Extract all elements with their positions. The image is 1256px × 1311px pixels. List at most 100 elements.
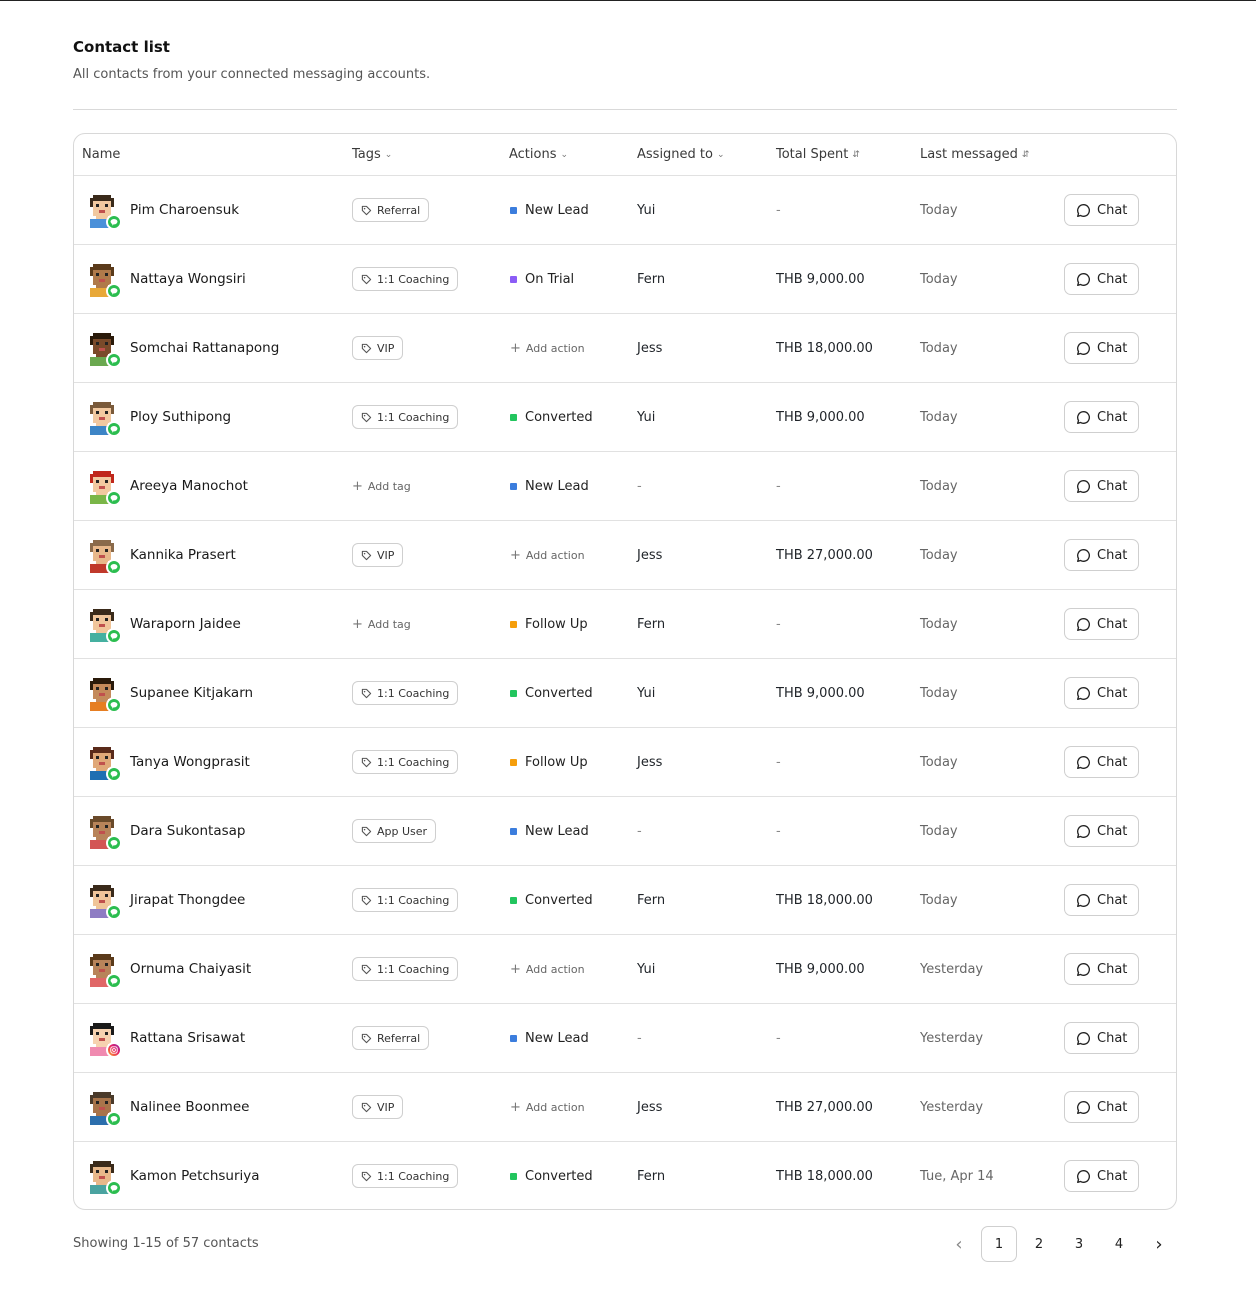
status-badge[interactable]: On Trial <box>510 272 574 287</box>
status-badge[interactable]: Follow Up <box>510 755 588 770</box>
contact-name[interactable]: Supanee Kitjakarn <box>130 685 253 701</box>
tag-pill[interactable]: 1:1 Coaching <box>352 405 459 429</box>
chat-button-label: Chat <box>1097 616 1128 632</box>
assigned-cell[interactable]: Jess <box>637 1073 662 1141</box>
tag-pill[interactable]: VIP <box>352 1095 404 1119</box>
page-button-1[interactable]: 1 <box>981 1226 1017 1262</box>
chat-cell: Chat <box>1064 866 1140 934</box>
chat-button[interactable]: Chat <box>1064 815 1140 847</box>
contact-name[interactable]: Kannika Prasert <box>130 547 236 563</box>
contact-name[interactable]: Areeya Manochot <box>130 478 248 494</box>
chat-button[interactable]: Chat <box>1064 332 1140 364</box>
column-header-last-messaged[interactable]: Last messaged ⇵ <box>920 134 1029 176</box>
tag-pill[interactable]: 1:1 Coaching <box>352 1164 459 1188</box>
assigned-cell[interactable]: - <box>637 452 642 520</box>
column-header-actions[interactable]: Actions ⌄ <box>509 134 568 176</box>
assigned-cell[interactable]: - <box>637 1004 642 1072</box>
contact-name[interactable]: Rattana Srisawat <box>130 1030 245 1046</box>
contact-name[interactable]: Ornuma Chaiyasit <box>130 961 251 977</box>
tag-pill[interactable]: 1:1 Coaching <box>352 681 459 705</box>
chat-button[interactable]: Chat <box>1064 953 1140 985</box>
tag-pill[interactable]: Referral <box>352 1026 430 1050</box>
add-action-label: Add action <box>525 962 585 976</box>
status-badge[interactable]: New Lead <box>510 479 589 494</box>
tag-pill[interactable]: 1:1 Coaching <box>352 267 459 291</box>
assigned-cell[interactable]: Fern <box>637 1142 665 1209</box>
chat-button[interactable]: Chat <box>1064 884 1140 916</box>
tag-pill[interactable]: 1:1 Coaching <box>352 957 459 981</box>
contact-name[interactable]: Jirapat Thongdee <box>130 892 245 908</box>
assigned-cell[interactable]: Jess <box>637 314 662 382</box>
assigned-cell[interactable]: Fern <box>637 866 665 934</box>
name-cell: Ploy Suthipong <box>84 383 231 451</box>
status-badge[interactable]: Converted <box>510 1169 593 1184</box>
contact-name[interactable]: Tanya Wongprasit <box>130 754 250 770</box>
add-action-button[interactable]: + Add action <box>510 341 585 356</box>
assigned-cell[interactable]: Yui <box>637 176 655 244</box>
page-button-3[interactable]: 3 <box>1061 1226 1097 1262</box>
contact-name[interactable]: Nalinee Boonmee <box>130 1099 249 1115</box>
tag-pill[interactable]: 1:1 Coaching <box>352 750 459 774</box>
add-tag-button[interactable]: + Add tag <box>352 479 411 494</box>
status-badge[interactable]: Converted <box>510 410 593 425</box>
tag-label: VIP <box>377 1100 395 1114</box>
status-badge[interactable]: Converted <box>510 893 593 908</box>
contact-name[interactable]: Pim Charoensuk <box>130 202 239 218</box>
contact-name[interactable]: Ploy Suthipong <box>130 409 231 425</box>
add-tag-button[interactable]: + Add tag <box>352 617 411 632</box>
add-action-label: Add action <box>525 548 585 562</box>
contact-name[interactable]: Waraporn Jaidee <box>130 616 241 632</box>
add-action-button[interactable]: + Add action <box>510 962 585 977</box>
chat-button[interactable]: Chat <box>1064 470 1140 502</box>
contacts-table: Name Tags ⌄ Actions ⌄ Assigned to ⌄ Total S… <box>73 133 1177 1210</box>
chevron-right-icon[interactable]: › <box>1141 1226 1177 1262</box>
chat-button[interactable]: Chat <box>1064 194 1140 226</box>
status-dot <box>510 827 517 835</box>
tag-pill[interactable]: VIP <box>352 543 404 567</box>
assigned-cell[interactable]: Jess <box>637 521 662 589</box>
status-dot <box>510 275 517 283</box>
assigned-cell[interactable]: Jess <box>637 728 662 796</box>
status-badge[interactable]: Converted <box>510 686 593 701</box>
status-badge[interactable]: Follow Up <box>510 617 588 632</box>
status-badge[interactable]: New Lead <box>510 824 589 839</box>
assigned-cell[interactable]: Fern <box>637 590 665 658</box>
chat-button[interactable]: Chat <box>1064 1160 1140 1192</box>
column-header-assigned[interactable]: Assigned to ⌄ <box>637 134 725 176</box>
chat-button[interactable]: Chat <box>1064 608 1140 640</box>
assigned-cell[interactable]: - <box>637 797 642 865</box>
tag-pill[interactable]: VIP <box>352 336 404 360</box>
chat-button[interactable]: Chat <box>1064 263 1140 295</box>
status-badge[interactable]: New Lead <box>510 203 589 218</box>
page-button-4[interactable]: 4 <box>1101 1226 1137 1262</box>
chat-button[interactable]: Chat <box>1064 1091 1140 1123</box>
tag-pill[interactable]: Referral <box>352 198 430 222</box>
page-button-2[interactable]: 2 <box>1021 1226 1057 1262</box>
status-badge[interactable]: New Lead <box>510 1031 589 1046</box>
tag-pill[interactable]: 1:1 Coaching <box>352 888 459 912</box>
add-action-button[interactable]: + Add action <box>510 548 585 563</box>
last-messaged-cell: Today <box>920 616 958 632</box>
tag-pill[interactable]: App User <box>352 819 437 843</box>
chat-button[interactable]: Chat <box>1064 1022 1140 1054</box>
add-action-button[interactable]: + Add action <box>510 1100 585 1115</box>
chat-cell: Chat <box>1064 521 1140 589</box>
assigned-cell[interactable]: Fern <box>637 245 665 313</box>
contact-name[interactable]: Kamon Petchsuriya <box>130 1168 260 1184</box>
column-header-tags[interactable]: Tags ⌄ <box>352 134 392 176</box>
chat-button[interactable]: Chat <box>1064 746 1140 778</box>
avatar <box>84 261 122 299</box>
action-cell: New Lead <box>510 1004 589 1072</box>
chat-button[interactable]: Chat <box>1064 539 1140 571</box>
contact-name[interactable]: Dara Sukontasap <box>130 823 246 839</box>
assigned-cell[interactable]: Yui <box>637 659 655 727</box>
contact-name[interactable]: Nattaya Wongsiri <box>130 271 246 287</box>
assigned-cell[interactable]: Yui <box>637 935 655 1003</box>
contact-name[interactable]: Somchai Rattanapong <box>130 340 279 356</box>
chevron-left-icon[interactable]: ‹ <box>941 1226 977 1262</box>
assigned-cell[interactable]: Yui <box>637 383 655 451</box>
chat-button[interactable]: Chat <box>1064 401 1140 433</box>
chat-button[interactable]: Chat <box>1064 677 1140 709</box>
chat-button-label: Chat <box>1097 823 1128 839</box>
column-header-total-spent[interactable]: Total Spent ⇵ <box>776 134 860 176</box>
